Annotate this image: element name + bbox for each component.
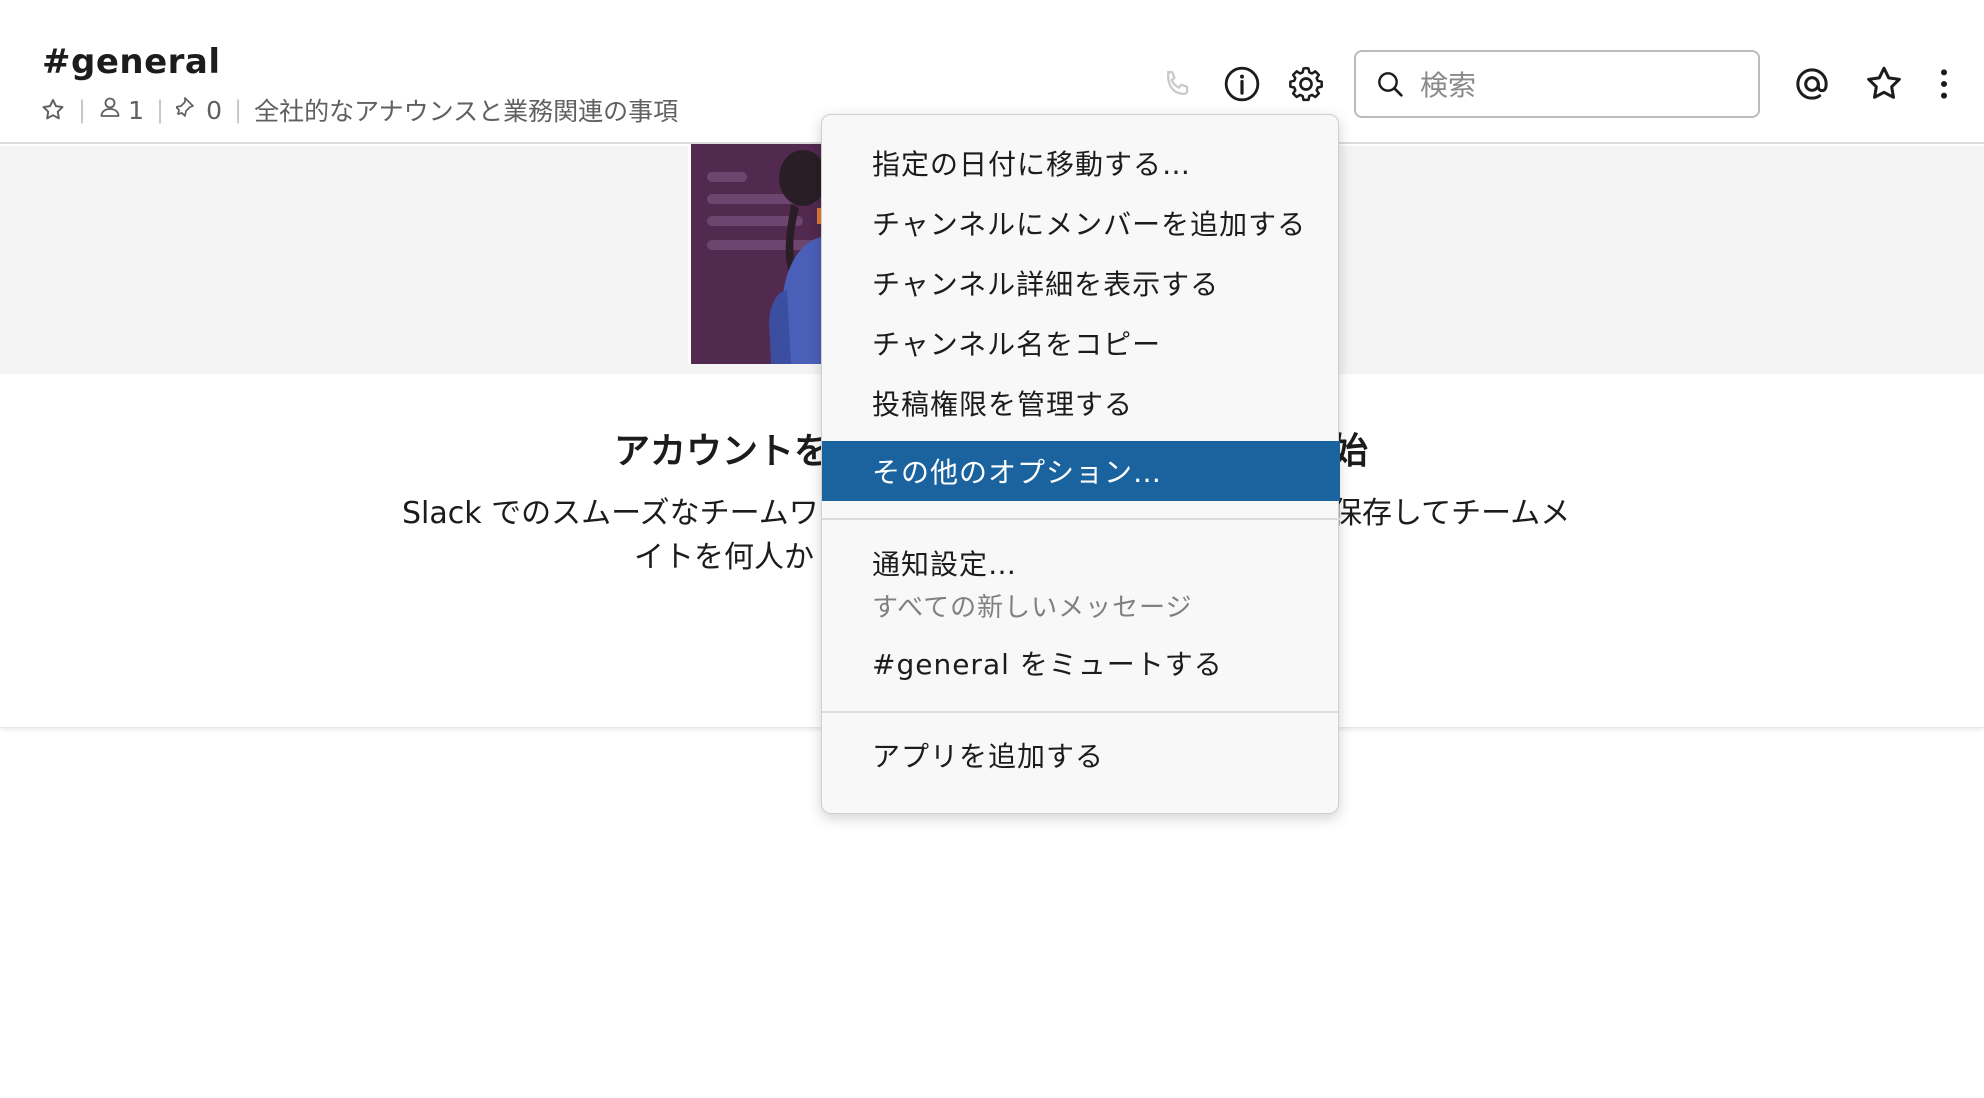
menu-item-copy-name[interactable]: チャンネル名をコピー [822, 313, 1340, 373]
onboarding-illustration [688, 144, 822, 364]
member-count-button[interactable]: 1 [98, 95, 144, 125]
vertical-ellipsis-icon[interactable] [1922, 62, 1966, 106]
channel-settings-menu: 指定の日付に移動する… チャンネルにメンバーを追加する チャンネル詳細を表示する… [821, 114, 1340, 814]
info-icon[interactable] [1220, 62, 1264, 106]
member-count: 1 [128, 95, 144, 125]
menu-item-jump-to-date[interactable]: 指定の日付に移動する… [822, 133, 1340, 193]
pinned-count: 0 [206, 95, 222, 125]
pin-icon [175, 95, 200, 125]
panel-body-line-end: 保存してチームメ [1332, 496, 1571, 531]
gear-icon[interactable] [1284, 62, 1328, 106]
menu-item-more-options[interactable]: その他のオプション… [822, 441, 1340, 501]
menu-item-add-apps[interactable]: アプリを追加する [822, 725, 1340, 785]
search-placeholder: 検索 [1420, 69, 1477, 102]
channel-meta: | 1 | 0 | 全社的なアナウンスと業務関連の事項 [40, 92, 678, 128]
star-outline-icon[interactable] [1862, 62, 1906, 106]
panel-body-line: Slack でのスムーズなチームワー [402, 496, 849, 531]
menu-item-add-members[interactable]: チャンネルにメンバーを追加する [822, 193, 1340, 253]
menu-item-notifications[interactable]: 通知設定… [822, 533, 1340, 593]
channel-title[interactable]: #general [42, 42, 221, 82]
slack-app: #general | 1 | 0 | 全社的なアナウンスと業務関連の事項 検索 … [0, 0, 1984, 1098]
menu-item-posting-permissions[interactable]: 投稿権限を管理する [822, 373, 1340, 433]
menu-item-mute-channel[interactable]: #general をミュートする [822, 633, 1340, 693]
panel-title: アカウントを [614, 431, 831, 472]
divider: | [156, 96, 165, 124]
notification-setting-value: すべての新しいメッセージ [872, 593, 1193, 623]
search-input[interactable]: 検索 [1354, 50, 1760, 118]
panel-body-line2: イトを何人か [634, 540, 814, 575]
phone-icon[interactable] [1156, 62, 1200, 106]
person-icon [98, 95, 122, 125]
channel-topic[interactable]: 全社的なアナウンスと業務関連の事項 [254, 92, 678, 128]
divider: | [78, 96, 87, 124]
search-icon [1374, 68, 1406, 100]
divider: | [234, 96, 243, 124]
at-icon[interactable] [1790, 62, 1834, 106]
menu-item-channel-details[interactable]: チャンネル詳細を表示する [822, 253, 1340, 313]
menu-divider [822, 518, 1340, 520]
star-icon[interactable] [40, 97, 66, 123]
menu-divider [822, 711, 1340, 713]
pinned-count-button[interactable]: 0 [175, 95, 222, 125]
